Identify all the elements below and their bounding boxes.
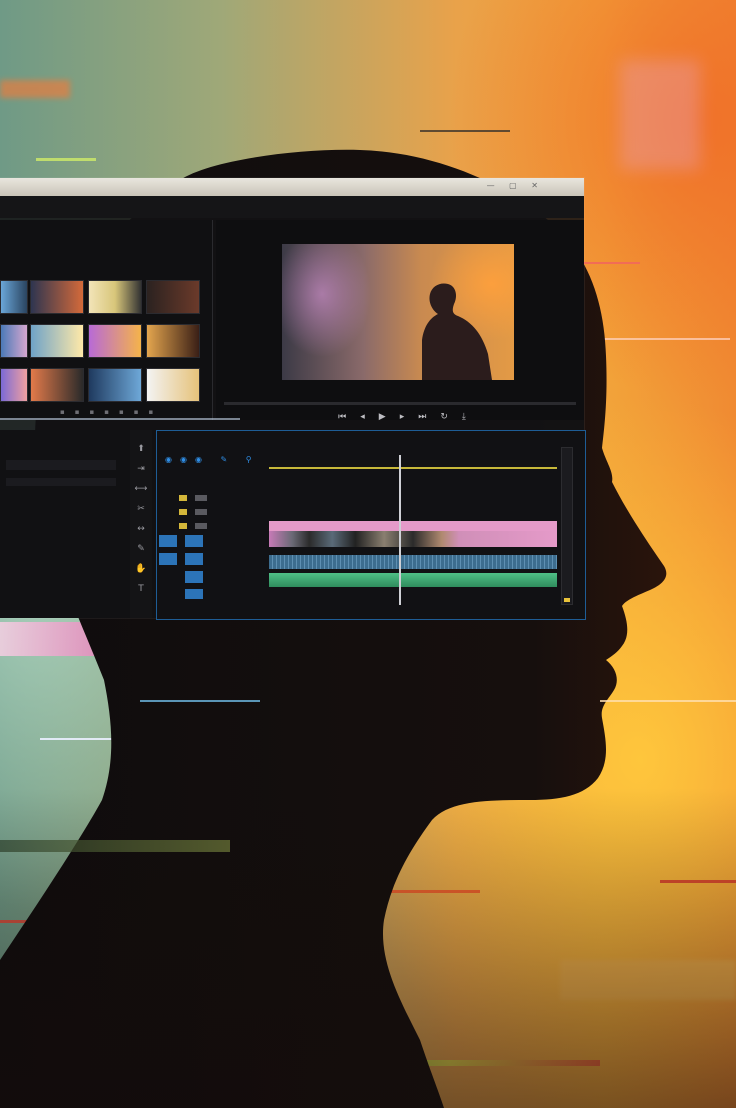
frame-back-icon[interactable]: ◂ bbox=[360, 412, 365, 422]
video-clip-track[interactable] bbox=[269, 521, 557, 531]
glitch-streak bbox=[0, 418, 240, 420]
audio-clip-track[interactable] bbox=[269, 555, 557, 569]
audio-meter bbox=[561, 447, 573, 605]
program-monitor-preview bbox=[282, 244, 514, 380]
ripple-edit-icon[interactable]: ⟷ bbox=[135, 484, 148, 494]
media-thumbnail[interactable] bbox=[146, 368, 200, 402]
menu-bar bbox=[0, 196, 584, 218]
timeline-panel: ◉◉◉ ✎ ⚲ bbox=[156, 430, 586, 620]
glitch-streak bbox=[0, 840, 230, 852]
track-header-v2[interactable] bbox=[157, 521, 269, 533]
audio-clip-track-green[interactable] bbox=[269, 573, 557, 587]
track-header-v1[interactable] bbox=[157, 535, 269, 547]
media-thumbnail[interactable] bbox=[0, 368, 28, 402]
media-thumbnail[interactable] bbox=[88, 280, 142, 314]
selection-tool-icon[interactable]: ⬆ bbox=[137, 444, 145, 454]
timeline-ruler[interactable] bbox=[269, 453, 557, 469]
tools-panel: ⬆ ⇥ ⟷ ✂ ↔ ✎ ✋ T bbox=[130, 430, 152, 618]
video-editor-window: — ▢ ✕ ▪▪▪▪▪▪▪ ⏮ ◂ ▶ ▸ ⏭ ↻ ⤓ ⬆ ⇥ ⟷ ✂ ↔ ✎ … bbox=[0, 178, 586, 620]
media-thumbnail[interactable] bbox=[0, 280, 28, 314]
media-thumbnail[interactable] bbox=[0, 324, 28, 358]
window-titlebar: — ▢ ✕ bbox=[0, 178, 584, 197]
timeline-tool-icons: ◉◉◉ ✎ ⚲ bbox=[165, 455, 260, 464]
hand-tool-icon[interactable]: ✋ bbox=[135, 564, 146, 574]
project-row[interactable] bbox=[6, 460, 116, 470]
pen-tool-icon[interactable]: ✎ bbox=[137, 544, 145, 554]
media-thumbnail[interactable] bbox=[88, 368, 142, 402]
track-header-a2[interactable] bbox=[157, 571, 269, 583]
step-back-icon[interactable]: ⏮ bbox=[338, 412, 346, 422]
frame-forward-icon[interactable]: ▸ bbox=[400, 412, 405, 422]
media-thumbnail[interactable] bbox=[30, 368, 84, 402]
transport-controls: ⏮ ◂ ▶ ▸ ⏭ ↻ ⤓ bbox=[0, 406, 584, 428]
program-monitor-panel bbox=[216, 220, 584, 420]
glitch-streak bbox=[140, 700, 260, 702]
glitch-streak bbox=[600, 700, 736, 702]
type-tool-icon[interactable]: T bbox=[138, 584, 144, 594]
export-icon[interactable]: ⤓ bbox=[462, 412, 466, 422]
loop-icon[interactable]: ↻ bbox=[440, 412, 448, 422]
play-icon[interactable]: ▶ bbox=[379, 412, 386, 422]
media-thumbnail[interactable] bbox=[88, 324, 142, 358]
step-forward-icon[interactable]: ⏭ bbox=[418, 412, 426, 422]
media-thumbnail[interactable] bbox=[146, 280, 200, 314]
preview-figure-silhouette bbox=[422, 283, 492, 380]
media-thumbnail[interactable] bbox=[30, 280, 84, 314]
window-controls[interactable]: — ▢ ✕ bbox=[487, 181, 544, 190]
project-panel bbox=[0, 430, 151, 618]
media-thumbnail[interactable] bbox=[146, 324, 200, 358]
track-select-icon[interactable]: ⇥ bbox=[137, 464, 145, 474]
track-header-v3[interactable] bbox=[157, 507, 269, 519]
razor-tool-icon[interactable]: ✂ bbox=[137, 504, 145, 514]
playhead[interactable] bbox=[399, 455, 401, 605]
track-header-v4[interactable] bbox=[157, 493, 269, 505]
track-header-a3[interactable] bbox=[157, 589, 269, 601]
track-header-a1[interactable] bbox=[157, 553, 269, 565]
slip-tool-icon[interactable]: ↔ bbox=[137, 524, 145, 534]
program-scrubber[interactable] bbox=[224, 402, 576, 405]
video-clip-filmstrip[interactable] bbox=[269, 531, 557, 547]
media-browser-panel: ▪▪▪▪▪▪▪ bbox=[0, 220, 213, 420]
media-thumbnail[interactable] bbox=[30, 324, 84, 358]
scene: — ▢ ✕ ▪▪▪▪▪▪▪ ⏮ ◂ ▶ ▸ ⏭ ↻ ⤓ ⬆ ⇥ ⟷ ✂ ↔ ✎ … bbox=[0, 0, 736, 1108]
bottom-shade bbox=[0, 788, 736, 1108]
project-row[interactable] bbox=[6, 478, 116, 486]
